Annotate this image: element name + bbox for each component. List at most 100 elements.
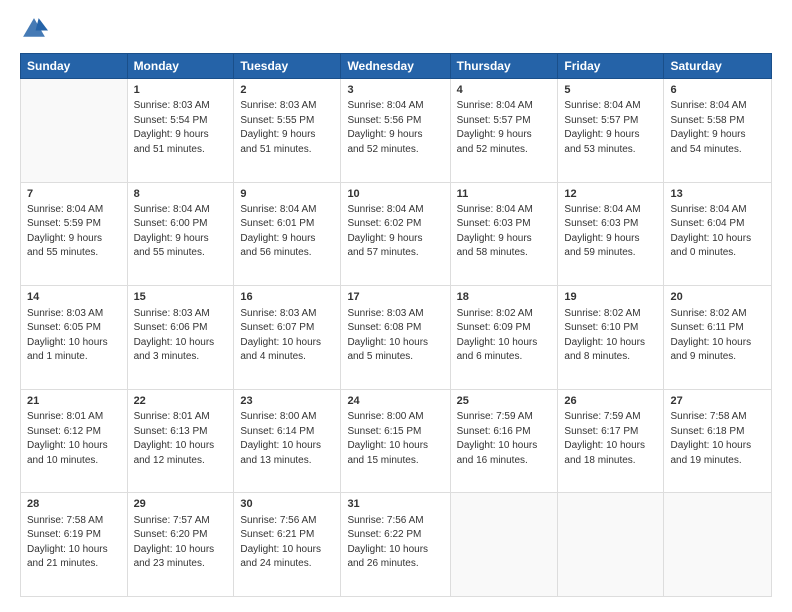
day-number: 23	[240, 394, 334, 409]
calendar-cell: 8Sunrise: 8:04 AM Sunset: 6:00 PM Daylig…	[127, 182, 234, 286]
calendar-cell: 12Sunrise: 8:04 AM Sunset: 6:03 PM Dayli…	[558, 182, 664, 286]
day-info: Sunrise: 8:04 AM Sunset: 5:59 PM Dayligh…	[27, 203, 121, 261]
day-number: 6	[670, 83, 765, 98]
calendar-cell	[450, 493, 558, 597]
day-info: Sunrise: 8:02 AM Sunset: 6:10 PM Dayligh…	[564, 307, 657, 365]
day-info: Sunrise: 8:04 AM Sunset: 6:04 PM Dayligh…	[670, 203, 765, 261]
calendar-cell: 4Sunrise: 8:04 AM Sunset: 5:57 PM Daylig…	[450, 79, 558, 183]
day-number: 10	[347, 187, 443, 202]
calendar-cell: 26Sunrise: 7:59 AM Sunset: 6:17 PM Dayli…	[558, 389, 664, 493]
day-number: 16	[240, 290, 334, 305]
column-header-wednesday: Wednesday	[341, 54, 450, 79]
column-header-thursday: Thursday	[450, 54, 558, 79]
day-number: 9	[240, 187, 334, 202]
day-number: 25	[457, 394, 552, 409]
day-number: 21	[27, 394, 121, 409]
week-row-1: 1Sunrise: 8:03 AM Sunset: 5:54 PM Daylig…	[21, 79, 772, 183]
calendar-cell: 1Sunrise: 8:03 AM Sunset: 5:54 PM Daylig…	[127, 79, 234, 183]
calendar-cell: 17 Sunrise: 8:03 AM Sunset: 6:08 PM Dayli…	[341, 286, 450, 390]
day-info: Sunrise: 7:59 AM Sunset: 6:17 PM Dayligh…	[564, 410, 657, 468]
calendar-cell	[664, 493, 772, 597]
day-number: 5	[564, 83, 657, 98]
page: SundayMondayTuesdayWednesdayThursdayFrid…	[0, 0, 792, 612]
week-row-5: 28Sunrise: 7:58 AM Sunset: 6:19 PM Dayli…	[21, 493, 772, 597]
day-number: 1	[134, 83, 228, 98]
column-header-saturday: Saturday	[664, 54, 772, 79]
calendar-cell: 11Sunrise: 8:04 AM Sunset: 6:03 PM Dayli…	[450, 182, 558, 286]
calendar-cell: 22Sunrise: 8:01 AM Sunset: 6:13 PM Dayli…	[127, 389, 234, 493]
day-info: Sunrise: 8:03 AM Sunset: 6:05 PM Dayligh…	[27, 307, 121, 365]
calendar-cell: 5Sunrise: 8:04 AM Sunset: 5:57 PM Daylig…	[558, 79, 664, 183]
day-info: Sunrise: 8:04 AM Sunset: 6:02 PM Dayligh…	[347, 203, 443, 261]
calendar-cell: 18 Sunrise: 8:02 AM Sunset: 6:09 PM Dayli…	[450, 286, 558, 390]
day-info: Sunrise: 8:01 AM Sunset: 6:13 PM Dayligh…	[134, 410, 228, 468]
logo-icon	[20, 15, 48, 43]
day-number: 17	[347, 290, 443, 305]
calendar-table: SundayMondayTuesdayWednesdayThursdayFrid…	[20, 53, 772, 597]
day-info: Sunrise: 8:00 AM Sunset: 6:15 PM Dayligh…	[347, 410, 443, 468]
logo	[20, 15, 52, 43]
calendar-cell: 25Sunrise: 7:59 AM Sunset: 6:16 PM Dayli…	[450, 389, 558, 493]
day-number: 18	[457, 290, 552, 305]
calendar-cell: 23Sunrise: 8:00 AM Sunset: 6:14 PM Dayli…	[234, 389, 341, 493]
calendar-cell: 24Sunrise: 8:00 AM Sunset: 6:15 PM Dayli…	[341, 389, 450, 493]
column-header-tuesday: Tuesday	[234, 54, 341, 79]
day-number: 7	[27, 187, 121, 202]
day-number: 14	[27, 290, 121, 305]
column-header-monday: Monday	[127, 54, 234, 79]
day-number: 2	[240, 83, 334, 98]
day-number: 3	[347, 83, 443, 98]
calendar-cell: 21Sunrise: 8:01 AM Sunset: 6:12 PM Dayli…	[21, 389, 128, 493]
day-number: 11	[457, 187, 552, 202]
day-info: Sunrise: 7:57 AM Sunset: 6:20 PM Dayligh…	[134, 514, 228, 572]
calendar-cell: 20 Sunrise: 8:02 AM Sunset: 6:11 PM Dayli…	[664, 286, 772, 390]
day-info: Sunrise: 8:04 AM Sunset: 5:57 PM Dayligh…	[564, 99, 657, 157]
calendar-cell: 7Sunrise: 8:04 AM Sunset: 5:59 PM Daylig…	[21, 182, 128, 286]
day-info: Sunrise: 8:01 AM Sunset: 6:12 PM Dayligh…	[27, 410, 121, 468]
calendar-cell: 9Sunrise: 8:04 AM Sunset: 6:01 PM Daylig…	[234, 182, 341, 286]
day-number: 22	[134, 394, 228, 409]
calendar-cell: 29 Sunrise: 7:57 AM Sunset: 6:20 PM Dayli…	[127, 493, 234, 597]
column-header-friday: Friday	[558, 54, 664, 79]
calendar-cell: 19 Sunrise: 8:02 AM Sunset: 6:10 PM Dayli…	[558, 286, 664, 390]
day-info: Sunrise: 8:02 AM Sunset: 6:11 PM Dayligh…	[670, 307, 765, 365]
day-number: 12	[564, 187, 657, 202]
calendar-cell: 10Sunrise: 8:04 AM Sunset: 6:02 PM Dayli…	[341, 182, 450, 286]
calendar-cell: 14 Sunrise: 8:03 AM Sunset: 6:05 PM Dayli…	[21, 286, 128, 390]
week-row-3: 14 Sunrise: 8:03 AM Sunset: 6:05 PM Dayli…	[21, 286, 772, 390]
day-info: Sunrise: 8:03 AM Sunset: 5:54 PM Dayligh…	[134, 99, 228, 157]
day-number: 29	[134, 497, 228, 512]
day-info: Sunrise: 7:59 AM Sunset: 6:16 PM Dayligh…	[457, 410, 552, 468]
header	[20, 15, 772, 43]
day-number: 26	[564, 394, 657, 409]
day-info: Sunrise: 8:04 AM Sunset: 6:03 PM Dayligh…	[457, 203, 552, 261]
day-number: 24	[347, 394, 443, 409]
calendar-header: SundayMondayTuesdayWednesdayThursdayFrid…	[21, 54, 772, 79]
day-number: 20	[670, 290, 765, 305]
calendar-cell: 30Sunrise: 7:56 AM Sunset: 6:21 PM Dayli…	[234, 493, 341, 597]
calendar-cell: 6Sunrise: 8:04 AM Sunset: 5:58 PM Daylig…	[664, 79, 772, 183]
day-number: 30	[240, 497, 334, 512]
day-info: Sunrise: 8:02 AM Sunset: 6:09 PM Dayligh…	[457, 307, 552, 365]
day-number: 31	[347, 497, 443, 512]
calendar-cell: 3Sunrise: 8:04 AM Sunset: 5:56 PM Daylig…	[341, 79, 450, 183]
calendar-cell: 31Sunrise: 7:56 AM Sunset: 6:22 PM Dayli…	[341, 493, 450, 597]
day-number: 8	[134, 187, 228, 202]
week-row-2: 7Sunrise: 8:04 AM Sunset: 5:59 PM Daylig…	[21, 182, 772, 286]
column-header-sunday: Sunday	[21, 54, 128, 79]
day-info: Sunrise: 8:04 AM Sunset: 6:01 PM Dayligh…	[240, 203, 334, 261]
day-info: Sunrise: 8:04 AM Sunset: 5:56 PM Dayligh…	[347, 99, 443, 157]
day-info: Sunrise: 8:04 AM Sunset: 5:58 PM Dayligh…	[670, 99, 765, 157]
day-info: Sunrise: 8:03 AM Sunset: 5:55 PM Dayligh…	[240, 99, 334, 157]
calendar-body: 1Sunrise: 8:03 AM Sunset: 5:54 PM Daylig…	[21, 79, 772, 597]
day-number: 4	[457, 83, 552, 98]
calendar-cell: 27Sunrise: 7:58 AM Sunset: 6:18 PM Dayli…	[664, 389, 772, 493]
day-info: Sunrise: 7:58 AM Sunset: 6:18 PM Dayligh…	[670, 410, 765, 468]
day-number: 13	[670, 187, 765, 202]
day-number: 27	[670, 394, 765, 409]
day-number: 19	[564, 290, 657, 305]
day-info: Sunrise: 8:03 AM Sunset: 6:08 PM Dayligh…	[347, 307, 443, 365]
calendar-cell	[558, 493, 664, 597]
calendar-cell: 15Sunrise: 8:03 AM Sunset: 6:06 PM Dayli…	[127, 286, 234, 390]
day-number: 15	[134, 290, 228, 305]
